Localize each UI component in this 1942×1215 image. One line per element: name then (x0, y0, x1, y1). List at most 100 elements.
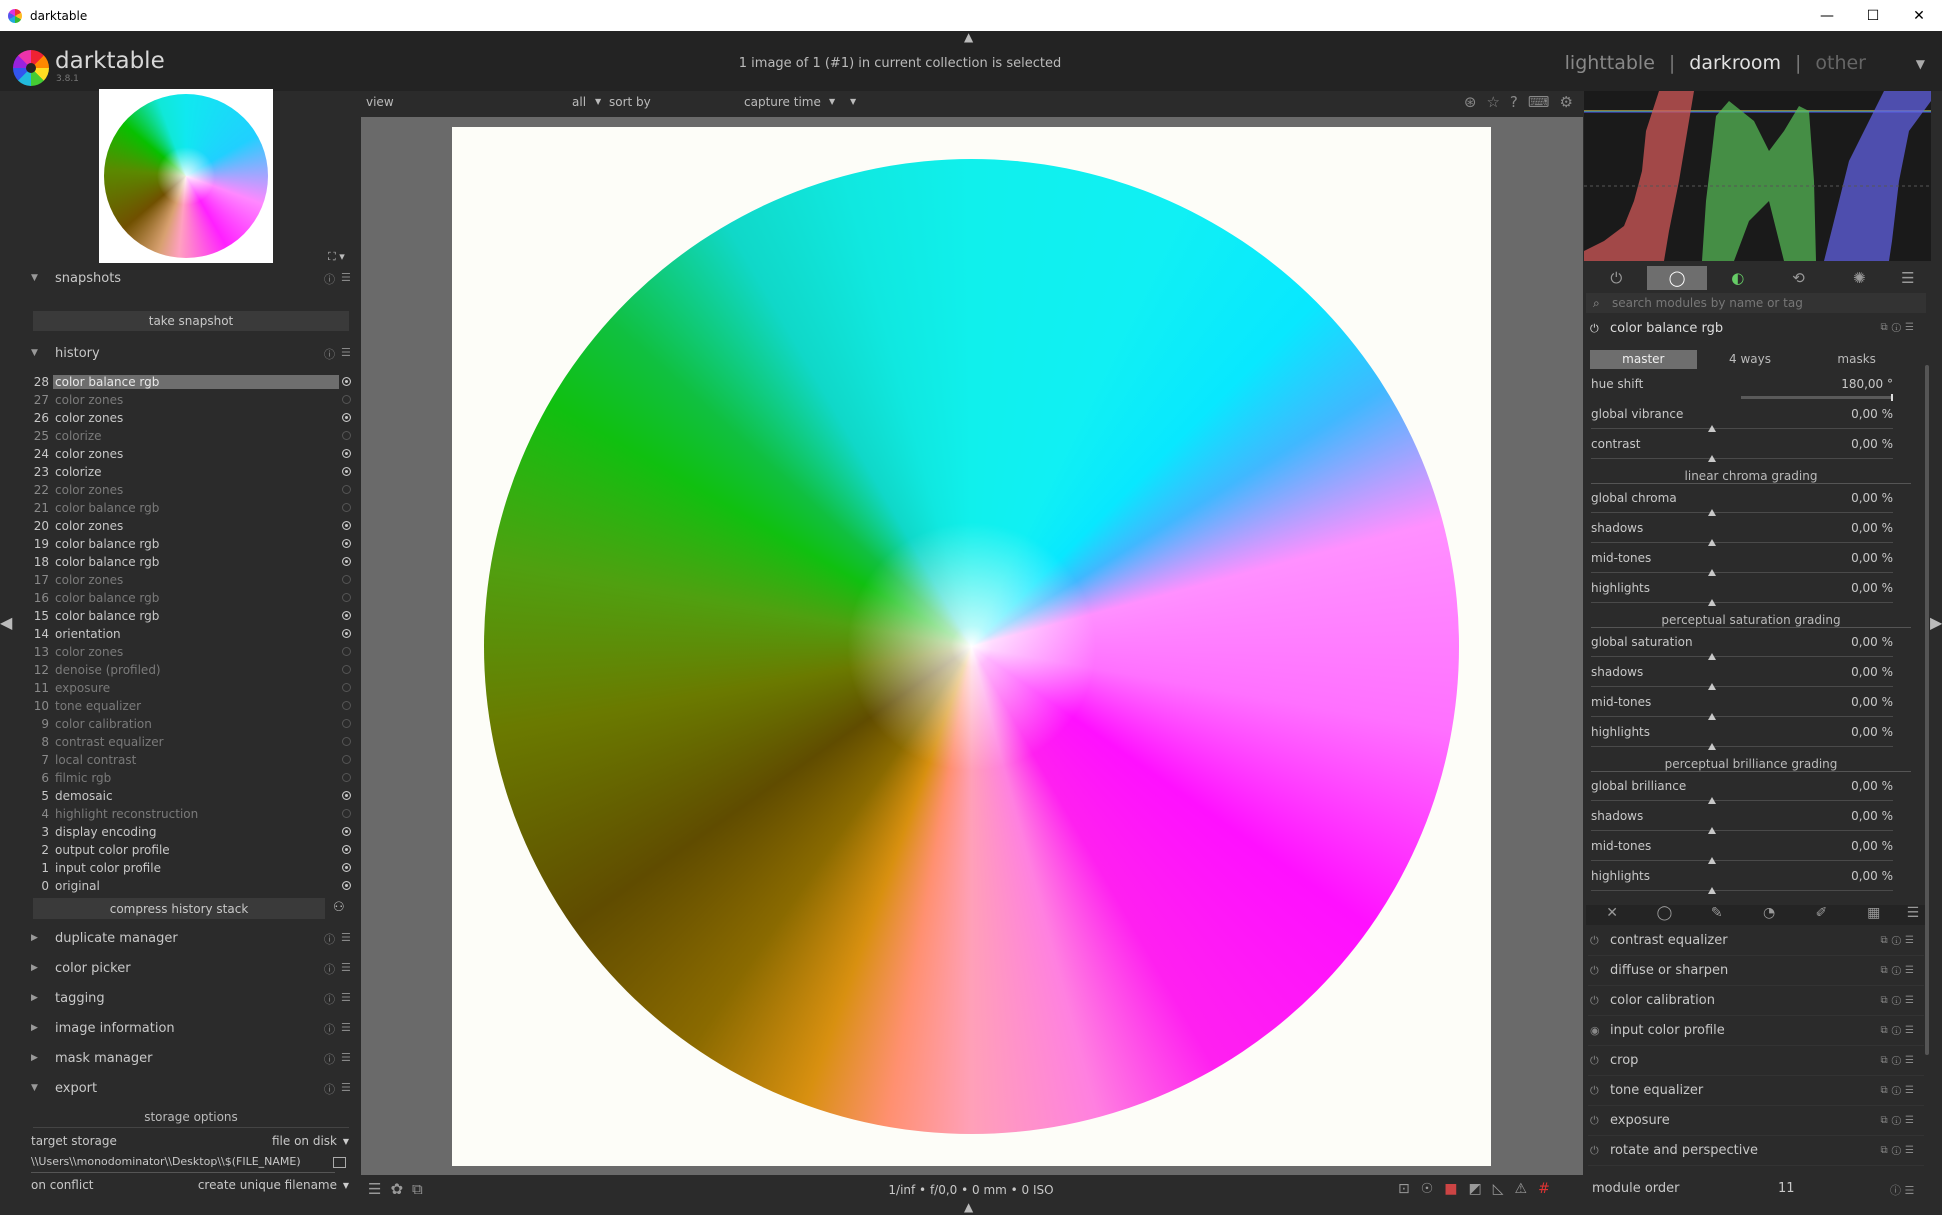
reset-icon[interactable]: ⓘ (324, 346, 335, 362)
slider-knob[interactable] (1707, 887, 1716, 894)
history-item[interactable]: 24 color zones (21, 445, 357, 463)
slider[interactable]: global saturation 0,00 % (1591, 635, 1893, 660)
slider-knob[interactable] (1707, 827, 1716, 834)
softproof-icon[interactable]: ■ (1444, 1181, 1457, 1197)
slider[interactable]: mid-tones 0,00 % (1591, 695, 1893, 720)
history-item[interactable]: 23 colorize (21, 463, 357, 481)
reset-icon[interactable]: ⓘ (324, 931, 335, 947)
collection-filter[interactable]: all (572, 95, 586, 109)
sort-order-icon[interactable]: ▼ (850, 97, 856, 106)
history-item[interactable]: 6 filmic rgb (21, 769, 357, 787)
slider[interactable]: global brilliance 0,00 % (1591, 779, 1893, 804)
history-header[interactable]: ▼ history ⓘ ☰ (21, 339, 357, 367)
slider[interactable]: shadows 0,00 % (1591, 809, 1893, 834)
main-image[interactable] (452, 127, 1491, 1166)
left-module-duplicate-manager[interactable]: ▶ duplicate manager ⓘ ☰ (21, 924, 357, 952)
history-item[interactable]: 16 color balance rgb (21, 589, 357, 607)
module-color-calibration[interactable]: ⏻ color calibration ⧉ⓘ☰ (1588, 988, 1924, 1016)
right-panel-scrollbar[interactable] (1925, 365, 1929, 1055)
slider-knob[interactable] (1707, 743, 1716, 750)
grouping-icon[interactable]: ⊛ (1464, 93, 1477, 111)
history-item[interactable]: 1 input color profile (21, 859, 357, 877)
export-path-field[interactable]: \\Users\\monodominator\\Desktop\\$(FILE_… (31, 1155, 335, 1173)
tab-4-ways[interactable]: 4 ways (1697, 350, 1804, 369)
reset-icon[interactable]: ⓘ (324, 1081, 335, 1097)
slider-knob[interactable] (1707, 425, 1716, 432)
slider[interactable]: shadows 0,00 % (1591, 521, 1893, 546)
reset-icon[interactable]: ⓘ (324, 1051, 335, 1067)
module-power-icon[interactable]: ⏻ (1590, 964, 1599, 978)
module-power-icon[interactable]: ⏻ (1590, 1084, 1599, 1098)
truncate-history-icon[interactable]: ⚇ (333, 900, 345, 915)
effect-group-icon[interactable]: ✺ (1829, 266, 1890, 290)
left-module-mask-manager[interactable]: ▶ mask manager ⓘ ☰ (21, 1044, 357, 1072)
presets-icon[interactable]: ☰ (341, 931, 351, 944)
slider-knob[interactable] (1707, 599, 1716, 606)
history-item[interactable]: 19 color balance rgb (21, 535, 357, 553)
module-header-icons[interactable]: ⧉ⓘ☰ (1881, 1085, 1918, 1096)
module-power-icon[interactable]: ⏻ (1590, 1144, 1599, 1158)
history-item[interactable]: 7 local contrast (21, 751, 357, 769)
target-storage-value[interactable]: file on disk (272, 1134, 337, 1148)
slider-knob[interactable] (1707, 569, 1716, 576)
slider[interactable]: mid-tones 0,00 % (1591, 839, 1893, 864)
correct-group-icon[interactable]: ⟲ (1768, 266, 1829, 290)
folder-icon[interactable] (333, 1157, 346, 1168)
history-item[interactable]: 3 display encoding (21, 823, 357, 841)
slider[interactable]: highlights 0,00 % (1591, 725, 1893, 750)
module-diffuse-or-sharpen[interactable]: ⏻ diffuse or sharpen ⧉ⓘ☰ (1588, 958, 1924, 986)
groups-menu-icon[interactable]: ☰ (1890, 266, 1926, 290)
blend-off-icon[interactable]: ✕ (1586, 905, 1638, 925)
history-item[interactable]: 22 color zones (21, 481, 357, 499)
slider[interactable]: global chroma 0,00 % (1591, 491, 1893, 516)
left-module-tagging[interactable]: ▶ tagging ⓘ ☰ (21, 984, 357, 1012)
module-header-icons[interactable]: ⧉ⓘ☰ (1881, 1145, 1918, 1156)
sort-field[interactable]: capture time (744, 95, 821, 109)
blend-menu-icon[interactable]: ☰ (1900, 905, 1926, 925)
gamut-check-icon[interactable]: ◩ (1469, 1181, 1482, 1197)
slider-knob[interactable] (1707, 539, 1716, 546)
module-tone-equalizer[interactable]: ⏻ tone equalizer ⧉ⓘ☰ (1588, 1078, 1924, 1106)
reset-icon[interactable]: ⓘ (324, 271, 335, 287)
module-header-icons[interactable]: ⧉ⓘ☰ (1881, 322, 1918, 333)
left-module-color-picker[interactable]: ▶ color picker ⓘ ☰ (21, 954, 357, 982)
left-module-image-information[interactable]: ▶ image information ⓘ ☰ (21, 1014, 357, 1042)
module-power-icon[interactable]: ⏻ (1590, 994, 1599, 1008)
snapshots-header[interactable]: ▼ snapshots ⓘ ☰ (21, 264, 357, 292)
maximize-button[interactable]: ☐ (1850, 0, 1896, 31)
presets-icon[interactable]: ☰ (341, 1081, 351, 1094)
target-storage-row[interactable]: target storage file on disk ▼ (31, 1134, 351, 1148)
module-header-icons[interactable]: ⧉ⓘ☰ (1881, 1115, 1918, 1126)
overexposed-icon[interactable]: ⚠ (1515, 1181, 1528, 1197)
parametric-mask-icon[interactable]: ◔ (1743, 905, 1795, 925)
view-lighttable[interactable]: lighttable (1565, 52, 1655, 74)
module-exposure[interactable]: ⏻ exposure ⧉ⓘ☰ (1588, 1108, 1924, 1136)
raster-mask-icon[interactable]: ▦ (1848, 905, 1900, 925)
drawn-mask-pen-icon[interactable]: ✎ (1691, 905, 1743, 925)
module-crop[interactable]: ⏻ crop ⧉ⓘ☰ (1588, 1048, 1924, 1076)
reset-icon[interactable]: ⓘ (324, 1021, 335, 1037)
top-panel-toggle-icon[interactable]: ▲ (964, 30, 973, 44)
module-order-icons[interactable]: ⓘ ☰ (1890, 1182, 1914, 1198)
history-item[interactable]: 25 colorize (21, 427, 357, 445)
module-order-value[interactable]: 11 (1778, 1181, 1795, 1196)
history-item[interactable]: 11 exposure (21, 679, 357, 697)
module-contrast-equalizer[interactable]: ⏻ contrast equalizer ⧉ⓘ☰ (1588, 928, 1924, 956)
slider[interactable]: hue shift 180,00 ° (1591, 377, 1893, 401)
preferences-gear-icon[interactable]: ⚙ (1560, 93, 1573, 111)
history-item[interactable]: 12 denoise (profiled) (21, 661, 357, 679)
tab-master[interactable]: master (1590, 350, 1697, 369)
module-header-icons[interactable]: ⧉ⓘ☰ (1881, 935, 1918, 946)
history-item[interactable]: 0 original (21, 877, 357, 895)
history-item[interactable]: 21 color balance rgb (21, 499, 357, 517)
minimize-button[interactable]: — (1804, 0, 1850, 31)
reset-icon[interactable]: ⓘ (324, 991, 335, 1007)
history-item[interactable]: 27 color zones (21, 391, 357, 409)
slider-knob[interactable] (1707, 509, 1716, 516)
module-search-input[interactable]: ⌕ search modules by name or tag (1586, 293, 1926, 313)
history-item[interactable]: 18 color balance rgb (21, 553, 357, 571)
left-module-export[interactable]: ▼ export ⓘ ☰ (21, 1074, 357, 1102)
presets-icon[interactable]: ☰ (341, 961, 351, 974)
history-item[interactable]: 4 highlight reconstruction (21, 805, 357, 823)
histogram[interactable] (1584, 91, 1931, 261)
